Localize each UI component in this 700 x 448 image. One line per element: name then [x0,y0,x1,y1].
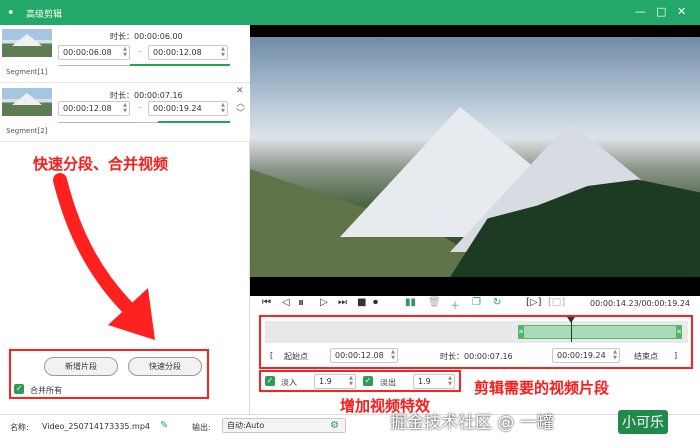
segment-start-value: 00:00:12.08 [63,104,112,113]
output-bar: 名称: Video_250714173335.mp4 ✎ 输出: 自动:Auto… [0,414,700,448]
copy-icon[interactable]: ❐ [472,297,481,308]
segment-end-input[interactable]: 00:00:12.08 ▲ ▼ [148,45,228,60]
spinner-icon[interactable]: ▲ ▼ [349,375,353,387]
annotation-clip: 剪辑需要的视频片段 [474,379,610,397]
trim-start-input[interactable]: 00:00:12.08 ▲ ▼ [330,348,398,363]
fade-in-value: 1.9 [319,377,332,386]
segment-end-value: 00:00:19.24 [153,104,202,113]
step-back-icon[interactable]: ◁ [282,297,290,308]
fade-in-input[interactable]: 1.9 ▲ ▼ [314,374,356,389]
segment-item[interactable]: Segment[2] 时长：00:00:07.16 00:00:12.08 ▲ ▼ … [0,84,250,142]
close-button[interactable]: ✕ [677,5,686,18]
edit-name-icon[interactable]: ✎ [160,420,168,431]
stop-icon[interactable]: ■ [357,297,366,308]
settings-gear-icon[interactable]: ⚙ [330,420,339,431]
trim-end-input[interactable]: 00:00:19.24 ▲ ▼ [552,348,620,363]
window-title: 高级剪辑 [26,10,63,20]
maximize-button[interactable]: □ [656,5,666,18]
segment-thumbnail [2,29,52,57]
app-window: ꔷ 高级剪辑 — □ ✕ Segment[1] 时长：00:00:06.00 0… [0,0,700,448]
trim-end-value: 00:00:19.24 [557,351,606,360]
output-label: 输出: [192,423,211,432]
spinner-icon[interactable]: ▲ ▼ [613,349,617,361]
mark-range-icon[interactable]: [▷] [526,297,542,308]
annotation-arrow-icon [53,173,155,340]
add-icon[interactable]: ＋ [450,297,460,312]
fade-out-value: 1.9 [418,377,431,386]
segment-end-input[interactable]: 00:00:19.24 ▲ ▼ [148,101,228,116]
trim-start-value: 00:00:12.08 [335,351,384,360]
skip-start-icon[interactable]: ⏮ [262,297,271,308]
fade-out-input[interactable]: 1.9 ▲ ▼ [413,374,455,389]
segment-duration: 时长：00:00:06.00 [110,32,183,41]
set-start-button[interactable]: 起始点 [284,351,308,362]
output-select[interactable]: 自动:Auto [222,418,346,433]
split-clip-icon[interactable]: ▮▮ [405,297,416,308]
merge-all-label: 合并所有 [30,386,62,395]
segment-panel: Segment[1] 时长：00:00:06.00 00:00:06.08 ▲ ▼ … [0,25,250,414]
segment-progress [158,121,230,123]
add-segment-button[interactable]: 新增片段 [44,357,118,376]
segment-item[interactable]: Segment[1] 时长：00:00:06.00 00:00:06.08 ▲ ▼ … [0,25,250,83]
range-dash: - [138,103,141,112]
spinner-icon[interactable]: ▲ ▼ [221,46,225,58]
fade-in-checkbox[interactable]: ✓ [265,376,275,386]
bracket-left: [ [270,351,274,360]
segment-end-value: 00:00:12.08 [153,48,202,57]
segment-start-input[interactable]: 00:00:06.08 ▲ ▼ [58,45,130,60]
mark-out-icon[interactable]: [□] [548,297,565,308]
spinner-icon[interactable]: ▲ ▼ [391,349,395,361]
fade-in-label: 淡入 [281,378,297,387]
minimize-button[interactable]: — [635,5,646,18]
step-forward-icon[interactable]: ▷ [320,297,328,308]
fade-out-label: 淡出 [380,378,396,387]
segment-progress [130,64,230,66]
spinner-icon[interactable]: ▲ ▼ [123,102,127,114]
timeline-selection[interactable] [520,325,682,339]
spinner-icon[interactable]: ▲ ▼ [221,102,225,114]
spinner-icon[interactable]: ▲ ▼ [448,375,452,387]
playback-time: 00:00:14.23/00:00:19.24 [590,299,690,308]
spinner-icon[interactable]: ▲ ▼ [123,46,127,58]
merge-all-checkbox[interactable]: ✓ [14,384,24,394]
output-value: 自动:Auto [227,421,265,430]
skip-end-icon[interactable]: ⏭ [338,297,347,308]
selection-start-handle[interactable]: ≡ [518,325,524,339]
segment-label: Segment[2] [6,127,48,135]
reset-icon[interactable]: ↻ [493,297,501,308]
bracket-right: ] [674,351,678,360]
selection-end-handle[interactable]: ≡ [676,325,682,339]
segment-start-value: 00:00:06.08 [63,48,112,57]
range-dash: - [138,47,141,56]
set-end-button[interactable]: 结束点 [634,351,658,362]
pause-icon[interactable]: ⏸ [298,295,304,310]
record-icon[interactable]: ⏺ [373,297,378,308]
watermark-badge: 小可乐 [618,410,668,434]
title-bar: ꔷ 高级剪辑 — □ ✕ [0,0,700,25]
segment-start-input[interactable]: 00:00:12.08 ▲ ▼ [58,101,130,116]
delete-icon[interactable]: 🗑 [428,297,441,308]
segment-label: Segment[1] [6,68,48,76]
app-logo-icon: ꔷ [8,6,14,19]
fade-out-checkbox[interactable]: ✓ [363,376,373,386]
trim-duration: 时长：00:00:07.16 [440,352,513,361]
segment-duration: 时长：00:00:07.16 [110,91,183,100]
watermark-text: 掘金技术社区 @ 一罐 [390,413,554,433]
playhead[interactable] [571,320,572,342]
move-down-icon[interactable]: ﹀ [236,106,245,119]
video-frame [250,37,700,277]
file-name-value: Video_250714173335.mp4 [42,422,150,431]
remove-segment-icon[interactable]: ✕ [236,86,244,96]
quick-split-button[interactable]: 快速分段 [128,357,202,376]
video-preview[interactable] [250,25,700,296]
file-name-label: 名称: [10,423,29,432]
segment-thumbnail [2,88,52,116]
